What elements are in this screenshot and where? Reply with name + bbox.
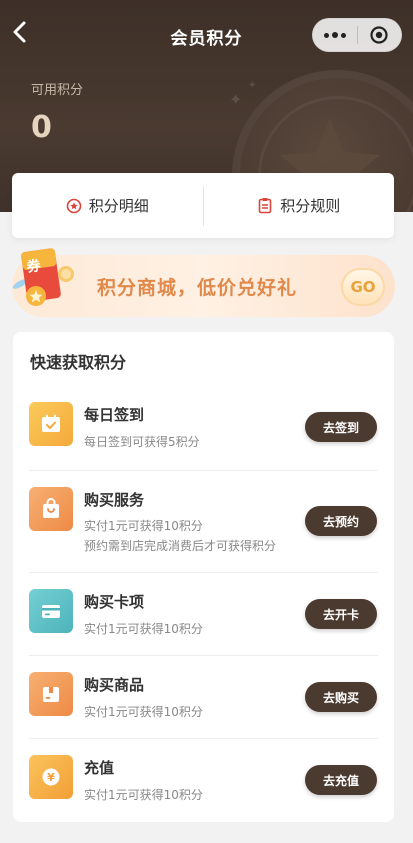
open-card-button[interactable]: 去开卡 bbox=[305, 599, 377, 629]
box-icon bbox=[29, 672, 73, 716]
tab-points-rules[interactable]: 积分规则 bbox=[204, 173, 395, 238]
tab-points-detail-label: 积分明细 bbox=[88, 197, 149, 215]
coupon-gift-icon: 券 bbox=[12, 248, 74, 306]
checkin-button[interactable]: 去签到 bbox=[305, 412, 377, 442]
task-divider bbox=[29, 655, 378, 656]
task-desc: 每日签到可获得5积分 bbox=[84, 435, 200, 449]
task-desc: 实付1元可获得10积分 bbox=[84, 705, 203, 719]
quick-earn-card: 快速获取积分 每日签到 每日签到可获得5积分 去签到 购买服务 实付1元可获得1… bbox=[13, 332, 394, 822]
task-name: 每日签到 bbox=[84, 406, 145, 424]
sparkle-icon: ✦ bbox=[229, 90, 243, 109]
available-points-label: 可用积分 bbox=[31, 83, 84, 98]
buy-goods-button[interactable]: 去购买 bbox=[305, 682, 377, 712]
task-name: 购买商品 bbox=[84, 676, 145, 694]
more-menu-button[interactable] bbox=[313, 19, 357, 51]
available-points-value: 0 bbox=[31, 110, 52, 145]
task-divider bbox=[29, 470, 378, 471]
close-mini-program-button[interactable] bbox=[357, 19, 401, 51]
task-divider bbox=[29, 572, 378, 573]
quick-earn-title: 快速获取积分 bbox=[30, 353, 127, 372]
task-desc: 实付1元可获得10积分 bbox=[84, 788, 203, 802]
task-desc: 实付1元可获得10积分 bbox=[84, 519, 203, 533]
shopping-bag-icon bbox=[29, 487, 73, 531]
star-circle-icon bbox=[66, 198, 82, 213]
svg-text:¥: ¥ bbox=[47, 771, 55, 784]
points-tabs-card: 积分明细 积分规则 bbox=[12, 173, 394, 238]
banner-text: 积分商城，低价兑好礼 bbox=[97, 277, 298, 299]
go-button[interactable]: GO bbox=[341, 268, 385, 306]
task-desc: 实付1元可获得10积分 bbox=[84, 622, 203, 636]
task-desc-note: 预约需到店完成消费后才可获得积分 bbox=[84, 539, 277, 553]
task-divider bbox=[29, 738, 378, 739]
sparkle-icon: ✦ bbox=[248, 80, 257, 91]
task-name: 购买卡项 bbox=[84, 593, 145, 611]
yuan-coin-icon: ¥ bbox=[29, 755, 73, 799]
task-name: 充值 bbox=[84, 759, 115, 777]
tab-points-rules-label: 积分规则 bbox=[280, 197, 341, 215]
clipboard-icon bbox=[258, 198, 272, 214]
book-service-button[interactable]: 去预约 bbox=[305, 506, 377, 536]
mini-program-capsule bbox=[312, 18, 402, 52]
target-close-icon bbox=[370, 26, 388, 44]
recharge-button[interactable]: 去充值 bbox=[305, 765, 377, 795]
tab-points-detail[interactable]: 积分明细 bbox=[12, 173, 203, 238]
calendar-check-icon bbox=[29, 402, 73, 446]
task-name: 购买服务 bbox=[84, 491, 145, 509]
card-icon bbox=[29, 589, 73, 633]
